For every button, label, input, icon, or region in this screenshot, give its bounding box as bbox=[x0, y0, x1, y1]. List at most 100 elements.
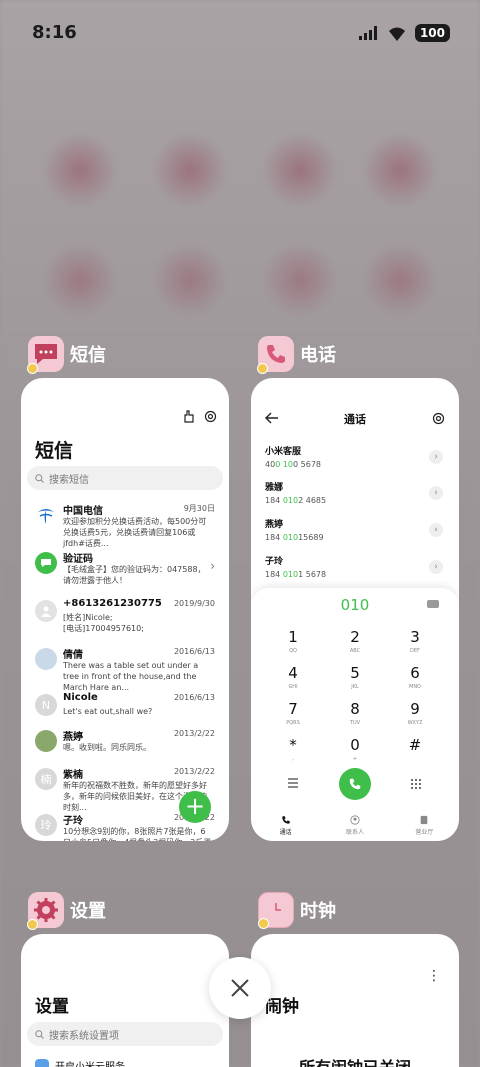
phone-title: 通话 bbox=[344, 413, 366, 426]
message-row[interactable]: N Nicole 2016/6/13 Let's eat out,shall w… bbox=[21, 692, 229, 724]
chevron-right-icon[interactable]: › bbox=[429, 523, 443, 537]
phone-app-icon bbox=[257, 336, 294, 374]
contact-number: 184 0102 4685 bbox=[265, 496, 327, 505]
settings-search-placeholder: 搜索系统设置项 bbox=[49, 1030, 119, 1042]
contact-row[interactable]: 雅娜 184 0102 4685 › bbox=[265, 480, 445, 505]
message-date: 2016/6/13 bbox=[173, 647, 215, 656]
dial-key-3[interactable]: 3 DEF bbox=[395, 628, 435, 654]
message-preview: Let's eat out,shall we? bbox=[63, 707, 153, 716]
tab-service-hall[interactable]: 营业厅 bbox=[390, 811, 459, 841]
app-name-clock: 时钟 bbox=[300, 901, 336, 922]
settings-gear-icon[interactable] bbox=[432, 412, 445, 425]
message-sender: +8613261230775 bbox=[63, 598, 162, 609]
dial-key-4[interactable]: 4 GHI bbox=[273, 664, 313, 690]
contact-row[interactable]: 小米客服 400 100 5678 › bbox=[265, 444, 445, 469]
sms-app-card[interactable]: 短信 搜索短信 中国电信 9月30日 欢迎参加积分兑换话费活动，每500分可兑换… bbox=[21, 378, 229, 841]
message-sender: 倩倩 bbox=[63, 650, 83, 661]
wifi-icon bbox=[388, 27, 405, 41]
search-icon bbox=[35, 1029, 44, 1039]
dial-key-0[interactable]: 0 + bbox=[335, 736, 375, 762]
sms-app-icon bbox=[27, 336, 64, 374]
app-name-sms: 短信 bbox=[70, 345, 106, 366]
contact-number: 184 01015689 bbox=[265, 533, 324, 542]
settings-item-label: 开启小米云服务 bbox=[55, 1058, 125, 1067]
menu-icon[interactable] bbox=[287, 778, 299, 788]
clock-app-icon bbox=[258, 892, 294, 929]
tab-calls[interactable]: 通话 bbox=[251, 811, 320, 841]
message-preview: 欢迎参加积分兑换话费活动，每500分可兑换话费5元，兑换话费请回复106或jfd… bbox=[63, 517, 207, 548]
dial-key-5[interactable]: 5 JKL bbox=[335, 664, 375, 690]
status-time: 8:16 bbox=[32, 22, 77, 43]
clock-app-card[interactable]: ⋮ 闹钟 所有闹钟已关闭 bbox=[251, 934, 459, 1067]
chevron-right-icon[interactable]: › bbox=[429, 560, 443, 574]
sms-title: 短信 bbox=[35, 440, 74, 462]
tab-contacts[interactable]: 联系人 bbox=[320, 811, 389, 841]
clear-all-button[interactable] bbox=[209, 957, 271, 1019]
close-icon bbox=[231, 979, 249, 997]
settings-app-card[interactable]: 设置 搜索系统设置项 开启小米云服务 bbox=[21, 934, 229, 1067]
message-sender: 验证码 bbox=[63, 554, 93, 565]
message-sender: 紫楠 bbox=[63, 770, 83, 781]
sms-search-input[interactable]: 搜索短信 bbox=[27, 466, 223, 490]
contact-photo-avatar bbox=[35, 648, 57, 670]
dial-key-9[interactable]: 9 WXYZ bbox=[395, 700, 435, 726]
contact-name: 子玲 bbox=[265, 557, 284, 567]
backspace-icon[interactable] bbox=[427, 600, 439, 608]
contact-number: 184 0101 5678 bbox=[265, 570, 327, 579]
settings-gear-icon[interactable] bbox=[204, 410, 217, 423]
message-row[interactable]: 中国电信 9月30日 欢迎参加积分兑换话费活动，每500分可兑换话费5元，兑换话… bbox=[21, 502, 229, 548]
contact-name: 雅娜 bbox=[265, 483, 284, 493]
message-row[interactable]: 燕婷 2013/2/22 嗯。收到啦。同乐同乐。 bbox=[21, 728, 229, 760]
dial-key-star[interactable]: *, bbox=[273, 736, 313, 762]
app-label-settings[interactable]: 设置 bbox=[27, 892, 106, 930]
status-bar: 8:16 100 bbox=[0, 0, 480, 66]
message-sender: 子玲 bbox=[63, 816, 83, 827]
sms-top-icons bbox=[183, 410, 217, 423]
phone-bottom-tabs: 通话 联系人 营业厅 bbox=[251, 811, 459, 841]
verification-avatar-icon bbox=[35, 552, 57, 574]
contact-letter-avatar: 玲 bbox=[35, 814, 57, 836]
new-message-button[interactable]: + bbox=[179, 791, 211, 823]
settings-search-input[interactable]: 搜索系统设置项 bbox=[27, 1022, 223, 1046]
chevron-right-icon[interactable]: › bbox=[429, 450, 443, 464]
dial-key-6[interactable]: 6 MNO bbox=[395, 664, 435, 690]
message-date: 2013/2/22 bbox=[173, 729, 215, 738]
app-label-phone[interactable]: 电话 bbox=[257, 336, 336, 374]
dial-key-8[interactable]: 8 TUV bbox=[335, 700, 375, 726]
clock-title: 闹钟 bbox=[265, 997, 299, 1017]
more-options-icon[interactable]: ⋮ bbox=[427, 968, 441, 984]
message-row[interactable]: 倩倩 2016/6/13 There was a table set out u… bbox=[21, 646, 229, 692]
contact-row[interactable]: 子玲 184 0101 5678 › bbox=[265, 554, 445, 579]
dial-key-2[interactable]: 2 ABC bbox=[335, 628, 375, 654]
message-row[interactable]: +8613261230775 2019/9/30 [姓名]Nicole; [电话… bbox=[21, 598, 229, 638]
settings-app-icon bbox=[27, 892, 64, 930]
message-date: 2016/6/13 bbox=[173, 693, 215, 702]
call-button[interactable] bbox=[339, 768, 371, 800]
clean-icon[interactable] bbox=[183, 410, 196, 423]
app-label-clock[interactable]: 时钟 bbox=[258, 892, 336, 929]
status-icons: 100 bbox=[358, 24, 450, 42]
sms-search-placeholder: 搜索短信 bbox=[49, 474, 89, 486]
contact-name: 燕婷 bbox=[265, 520, 284, 530]
phone-call-icon bbox=[349, 778, 361, 790]
settings-list-item[interactable]: 开启小米云服务 bbox=[35, 1058, 125, 1067]
dial-key-7[interactable]: 7 PQRS bbox=[273, 700, 313, 726]
chevron-right-icon[interactable]: › bbox=[429, 486, 443, 500]
dial-key-1[interactable]: 1 QQ bbox=[273, 628, 313, 654]
message-row[interactable]: 验证码 【毛绒盒子】您的验证码为：047588，请勿泄露于他人！ › bbox=[21, 550, 229, 590]
contact-row[interactable]: 燕婷 184 01015689 › bbox=[265, 517, 445, 542]
message-preview: 【毛绒盒子】您的验证码为：047588，请勿泄露于他人！ bbox=[63, 565, 206, 585]
contact-letter-avatar: 楠 bbox=[35, 768, 57, 790]
keypad-grid-icon[interactable] bbox=[410, 778, 422, 790]
message-preview: 嗯。收到啦。同乐同乐。 bbox=[63, 743, 151, 752]
chevron-right-icon: › bbox=[210, 559, 215, 573]
app-label-sms[interactable]: 短信 bbox=[27, 336, 106, 374]
dial-key-hash[interactable]: # bbox=[395, 736, 435, 756]
china-telecom-logo bbox=[35, 504, 57, 526]
phone-app-card[interactable]: 通话 小米客服 400 100 5678 › 雅娜 184 0102 4685 … bbox=[251, 378, 459, 841]
contact-avatar-icon bbox=[35, 600, 57, 622]
message-sender: 中国电信 bbox=[63, 506, 103, 517]
contact-photo-avatar bbox=[35, 730, 57, 752]
signal-icon bbox=[358, 26, 377, 40]
clock-empty-text: 所有闹钟已关闭 bbox=[251, 1054, 459, 1067]
